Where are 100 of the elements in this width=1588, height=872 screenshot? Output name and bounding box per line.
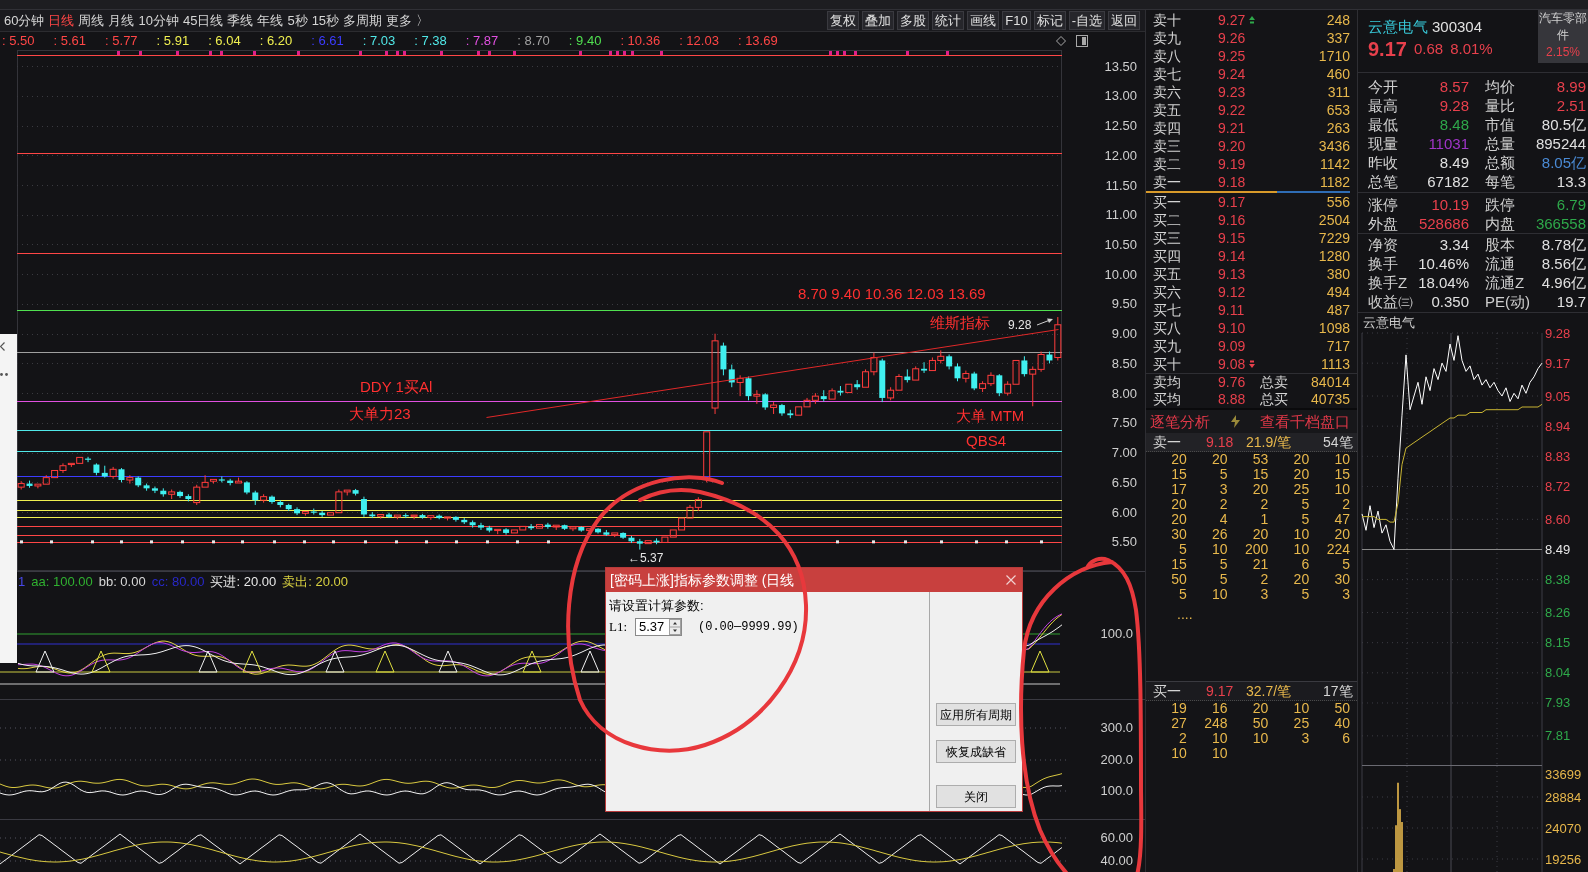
level-label: 卖十	[1153, 11, 1181, 29]
stat-value: 8.78亿	[1541, 235, 1586, 254]
order-size: 53	[1252, 452, 1269, 467]
price-marker: ←5.37	[628, 551, 664, 565]
order-size: 50	[1252, 716, 1269, 731]
order-size: 3	[1342, 587, 1350, 602]
axis-label: 8.72	[1545, 478, 1571, 494]
order-size: 5	[1342, 557, 1350, 572]
order-size: 30	[1171, 527, 1187, 542]
volume-value: 1280	[1318, 247, 1350, 265]
stat-value: 8.57	[1439, 77, 1469, 96]
stat-label: 昨收	[1368, 153, 1398, 172]
stat-label: 涨停	[1368, 195, 1398, 214]
level-label: 卖八	[1153, 47, 1181, 65]
axis-label: 13.00	[1104, 88, 1137, 104]
stat-label: 跌停	[1485, 195, 1515, 214]
order-size: 26	[1212, 527, 1228, 542]
volume-value: 263	[1326, 119, 1350, 137]
indicator-value: : 12.03	[679, 33, 719, 49]
volume-value: 487	[1326, 301, 1350, 319]
stat-label: 流通Z	[1485, 273, 1525, 292]
dialog-title: [密码上涨]指标参数调整 (日线	[610, 571, 795, 589]
order-size: 10	[1212, 587, 1228, 602]
indicator-value: : 7.87	[465, 33, 499, 49]
order-size: 5	[1301, 587, 1310, 602]
average-size: 21.9/笔	[1246, 433, 1292, 451]
indicator-value: : 5.91	[156, 33, 190, 49]
price-value: 9.76	[1218, 374, 1246, 391]
stat-label: 流通	[1485, 254, 1515, 273]
order-size: 50	[1171, 572, 1187, 587]
order-size: 20	[1252, 482, 1269, 497]
price-value: 9.12	[1218, 283, 1246, 301]
summary-label: 总卖	[1260, 374, 1288, 391]
stat-label: 现量	[1368, 134, 1398, 153]
axis-label: 9.17	[1545, 355, 1571, 371]
legend-value: 1	[18, 574, 26, 590]
order-size: 10	[1334, 452, 1350, 467]
level-label: 买十	[1153, 355, 1181, 373]
average-size: 32.7/笔	[1246, 682, 1292, 700]
axis-label: 40.00	[1100, 853, 1133, 869]
order-size: 5	[1219, 572, 1228, 587]
volume-value: 1098	[1318, 319, 1350, 337]
order-size: 20	[1293, 467, 1310, 482]
level-label: 买六	[1153, 283, 1181, 301]
order-size: 10	[1293, 527, 1310, 542]
legend-value: bb: 0.00	[98, 574, 146, 590]
stat-value: 8.48	[1439, 115, 1469, 134]
stat-value: 528686	[1418, 214, 1469, 233]
order-size: 5	[1219, 557, 1228, 572]
order-size: 50	[1334, 701, 1350, 716]
order-size: 3	[1219, 482, 1228, 497]
axis-label: 8.15	[1545, 635, 1571, 651]
order-count: 17笔	[1323, 682, 1353, 700]
stat-label: 最高	[1368, 96, 1398, 115]
price-value: 9.24	[1218, 65, 1246, 83]
axis-label: 19256	[1545, 851, 1582, 867]
price-value: 9.19	[1218, 155, 1246, 173]
volume-value: 3436	[1318, 137, 1350, 155]
price-value: 9.13	[1218, 265, 1246, 283]
level-label: 卖六	[1153, 83, 1181, 101]
percent-change: 8.01%	[1450, 40, 1493, 58]
stat-label: 总笔	[1368, 172, 1398, 191]
stat-label: 今开	[1368, 77, 1398, 96]
price-value: 9.09	[1218, 337, 1246, 355]
chart-annotation: DDY 1买Al	[360, 379, 433, 395]
stat-label: 外盘	[1368, 214, 1398, 233]
price-value: 9.23	[1218, 83, 1246, 101]
order-size: 47	[1334, 512, 1350, 527]
chart-annotation: QBS4	[966, 433, 1007, 449]
order-size: 20	[1171, 452, 1187, 467]
order-size: 224	[1326, 542, 1350, 557]
stat-value: 18.04%	[1418, 273, 1469, 292]
price-value: 9.18	[1218, 173, 1246, 191]
order-size: 27	[1171, 716, 1187, 731]
legend-value: cc: 80.00	[151, 574, 205, 590]
indicator-value: : 6.20	[259, 33, 293, 49]
summary-label: 总买	[1260, 391, 1288, 408]
order-size: 5	[1179, 587, 1187, 602]
stat-label: 股本	[1485, 235, 1515, 254]
price-value: 9.14	[1218, 247, 1246, 265]
stat-value: 8.56亿	[1541, 254, 1586, 273]
stat-label: PE(动)	[1485, 292, 1530, 311]
order-size: 5	[1301, 512, 1310, 527]
sector-name: 汽车零部件	[1538, 10, 1588, 44]
price-change: 0.68	[1413, 40, 1444, 58]
stat-value: 366558	[1535, 214, 1586, 233]
axis-label: 7.50	[1111, 415, 1137, 431]
price-value: 8.88	[1218, 391, 1246, 408]
level-label: 买一	[1153, 193, 1181, 211]
stat-value: 8.49	[1439, 153, 1469, 172]
axis-label: 6.50	[1111, 474, 1137, 490]
volume-value: 311	[1327, 83, 1350, 101]
price-marker: 9.28	[1008, 318, 1032, 332]
axis-label: 8.38	[1545, 572, 1571, 588]
axis-label: 24070	[1545, 820, 1582, 836]
axis-label: 8.04	[1545, 665, 1571, 681]
level-label: 卖三	[1153, 137, 1181, 155]
chart-title: 云意电气	[1363, 315, 1415, 330]
axis-label: 12.00	[1104, 147, 1137, 163]
level-label: 卖一	[1153, 173, 1181, 191]
